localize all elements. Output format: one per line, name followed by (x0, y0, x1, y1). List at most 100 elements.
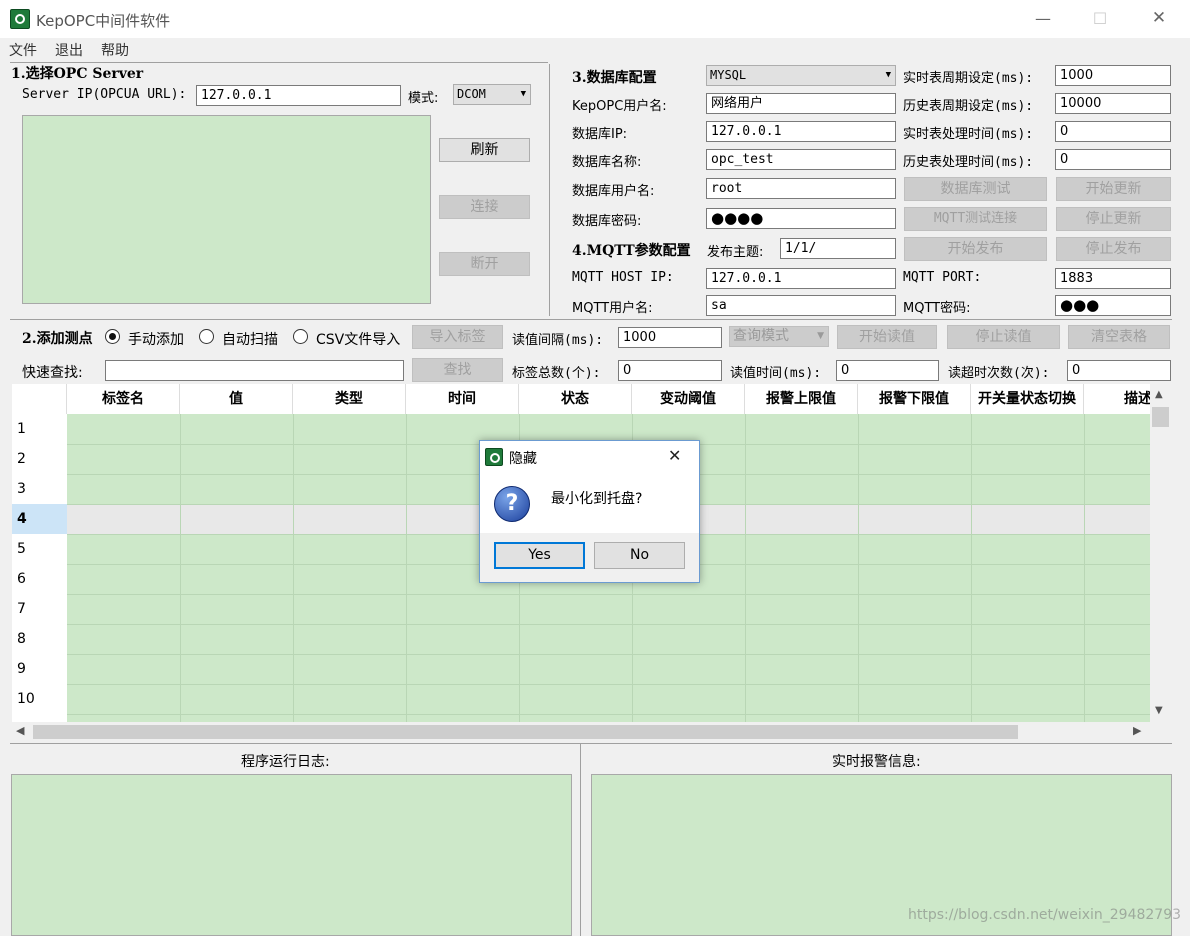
hist-proc-input[interactable]: 0 (1055, 149, 1171, 170)
table-row[interactable] (67, 624, 1150, 654)
column-header[interactable]: 类型 (293, 384, 406, 414)
read-interval-input[interactable]: 1000 (618, 327, 722, 348)
opc-section-title: 1.选择OPC Server (11, 66, 144, 82)
rt-proc-input[interactable]: 0 (1055, 121, 1171, 142)
timeout-count-input[interactable]: 0 (1067, 360, 1171, 381)
refresh-button[interactable]: 刷新 (439, 138, 530, 162)
menu-exit[interactable]: 退出 (55, 40, 83, 60)
rt-period-input[interactable]: 1000 (1055, 65, 1171, 86)
manual-add-radio[interactable] (105, 329, 120, 344)
column-header[interactable]: 标签名 (67, 384, 180, 414)
column-header[interactable]: 开关量状态切换 (971, 384, 1084, 414)
table-row[interactable] (67, 684, 1150, 714)
read-time-input[interactable]: 0 (836, 360, 939, 381)
row-header[interactable]: 10 (12, 684, 67, 714)
grid-line (406, 414, 407, 722)
clear-table-button[interactable]: 清空表格 (1068, 325, 1170, 349)
table-row[interactable] (67, 594, 1150, 624)
column-header[interactable]: 值 (180, 384, 293, 414)
yes-button[interactable]: Yes (494, 542, 585, 569)
menu-help[interactable]: 帮助 (101, 40, 129, 60)
window-title: KepOPC中间件软件 (36, 12, 171, 30)
column-header[interactable]: 描述 (1084, 384, 1150, 414)
chevron-left-icon[interactable]: ◀ (16, 724, 24, 737)
horizontal-scroll-thumb[interactable] (33, 725, 1018, 739)
row-header[interactable]: 7 (12, 594, 67, 624)
csv-import-radio[interactable] (293, 329, 308, 344)
dialog-close-button[interactable]: ✕ (668, 446, 681, 465)
server-ip-input[interactable]: 127.0.0.1 (196, 85, 401, 106)
read-time-label: 读值时间(ms): (730, 366, 822, 381)
db-user-input[interactable]: root (706, 178, 896, 199)
mqtt-user-label: MQTT用户名: (572, 301, 653, 316)
chevron-right-icon[interactable]: ▶ (1133, 724, 1141, 737)
column-header[interactable]: 报警下限值 (858, 384, 971, 414)
search-button[interactable]: 查找 (412, 358, 503, 382)
server-ip-label: Server IP(OPCUA URL): (22, 87, 187, 102)
row-header[interactable]: 2 (12, 444, 67, 474)
start-publish-button[interactable]: 开始发布 (904, 237, 1047, 261)
grid-line (858, 414, 859, 722)
table-row[interactable] (67, 654, 1150, 684)
column-header[interactable]: 变动阈值 (632, 384, 745, 414)
quick-search-input[interactable] (105, 360, 404, 381)
column-header[interactable]: 时间 (406, 384, 519, 414)
disconnect-button[interactable]: 断开 (439, 252, 530, 276)
db-ip-input[interactable]: 127.0.0.1 (706, 121, 896, 142)
mqtt-port-input[interactable]: 1883 (1055, 268, 1171, 289)
grid-line (67, 594, 1150, 595)
start-update-button[interactable]: 开始更新 (1056, 177, 1171, 201)
mqtt-password-input[interactable]: ●●● (1055, 295, 1171, 316)
kepopc-user-input[interactable]: 网络用户 (706, 93, 896, 114)
tag-total-input[interactable]: 0 (618, 360, 722, 381)
db-type-value: MYSQL (710, 68, 747, 82)
mode-select[interactable]: DCOM ▼ (453, 84, 531, 105)
no-button[interactable]: No (594, 542, 685, 569)
chevron-down-icon[interactable]: ▼ (1155, 705, 1163, 716)
start-read-button[interactable]: 开始读值 (837, 325, 937, 349)
query-mode-select[interactable]: 查询模式 ▼ (729, 326, 829, 347)
mqtt-user-input[interactable]: sa (706, 295, 896, 316)
hist-period-input[interactable]: 10000 (1055, 93, 1171, 114)
stop-read-button[interactable]: 停止读值 (947, 325, 1060, 349)
table-row[interactable] (67, 714, 1150, 722)
stop-update-button[interactable]: 停止更新 (1056, 207, 1171, 231)
chevron-down-icon: ▼ (520, 89, 526, 99)
maximize-button[interactable]: ☐ (1077, 9, 1123, 28)
row-header[interactable]: 6 (12, 564, 67, 594)
column-header[interactable]: 状态 (519, 384, 632, 414)
mode-select-value: DCOM (457, 87, 486, 101)
grid-line (745, 414, 746, 722)
close-button[interactable]: ✕ (1136, 8, 1182, 28)
topic-label: 发布主题: (707, 245, 764, 260)
opc-server-list[interactable] (22, 115, 431, 304)
stop-publish-button[interactable]: 停止发布 (1056, 237, 1171, 261)
row-header[interactable]: 9 (12, 654, 67, 684)
row-header[interactable]: 4 (12, 504, 67, 534)
minimize-button[interactable]: — (1020, 9, 1066, 28)
points-section-title: 2.添加测点 (22, 331, 93, 347)
menu-file[interactable]: 文件 (9, 40, 37, 60)
row-header[interactable]: 8 (12, 624, 67, 654)
db-password-input[interactable]: ●●●● (706, 208, 896, 229)
vertical-scroll-thumb[interactable] (1152, 407, 1169, 427)
column-header[interactable]: 报警上限值 (745, 384, 858, 414)
row-header[interactable]: 5 (12, 534, 67, 564)
question-icon: ? (494, 486, 530, 522)
rt-proc-label: 实时表处理时间(ms): (903, 127, 1034, 142)
chevron-up-icon[interactable]: ▲ (1155, 389, 1163, 400)
import-tags-button[interactable]: 导入标签 (412, 325, 503, 349)
db-type-select[interactable]: MYSQL ▼ (706, 65, 896, 86)
row-header[interactable]: 3 (12, 474, 67, 504)
vertical-scrollbar[interactable] (1150, 384, 1171, 722)
db-test-button[interactable]: 数据库测试 (904, 177, 1047, 201)
log-panel[interactable] (11, 774, 572, 936)
auto-scan-radio[interactable] (199, 329, 214, 344)
mqtt-host-input[interactable]: 127.0.0.1 (706, 268, 896, 289)
db-name-input[interactable]: opc_test (706, 149, 896, 170)
row-header[interactable]: 1 (12, 414, 67, 444)
topic-input[interactable]: 1/1/ (780, 238, 896, 259)
db-user-label: 数据库用户名: (572, 184, 655, 199)
mqtt-test-button[interactable]: MQTT测试连接 (904, 207, 1047, 231)
connect-button[interactable]: 连接 (439, 195, 530, 219)
